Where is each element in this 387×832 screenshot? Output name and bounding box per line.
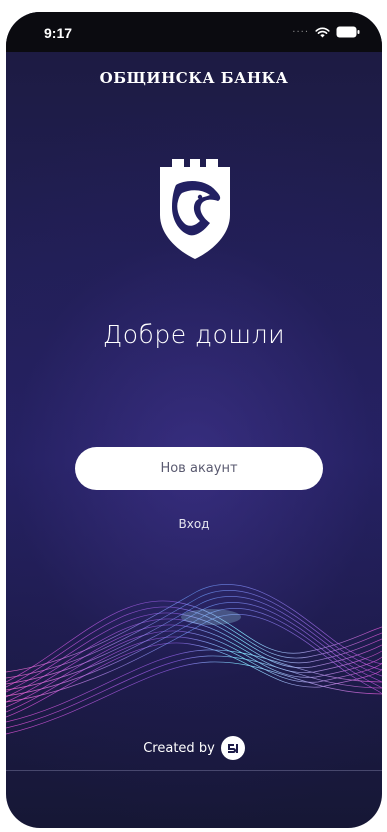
- status-bar: 9:17 ····: [6, 12, 382, 52]
- signal-dots-icon: ····: [292, 26, 309, 38]
- created-by: Created by: [6, 736, 382, 760]
- maker-logo-icon: [220, 736, 245, 760]
- new-account-button[interactable]: Нов акаунт: [75, 447, 323, 490]
- bottom-divider: [6, 770, 382, 771]
- decorative-wave-graphic: [6, 583, 382, 735]
- created-by-label: Created by: [143, 740, 215, 756]
- app-screen: 9:17 ···· ОБЩИНСКА БАНКА Добре дошли Нов…: [6, 12, 382, 828]
- battery-icon: [336, 26, 360, 38]
- shield-tower-bird-logo: [160, 159, 230, 259]
- welcome-title: Добре дошли: [102, 320, 286, 349]
- bank-name: ОБЩИНСКА БАНКА: [99, 69, 289, 87]
- status-icons: ····: [292, 26, 360, 38]
- login-link[interactable]: Вход: [6, 517, 382, 531]
- wifi-icon: [315, 27, 330, 37]
- status-time: 9:17: [44, 25, 73, 41]
